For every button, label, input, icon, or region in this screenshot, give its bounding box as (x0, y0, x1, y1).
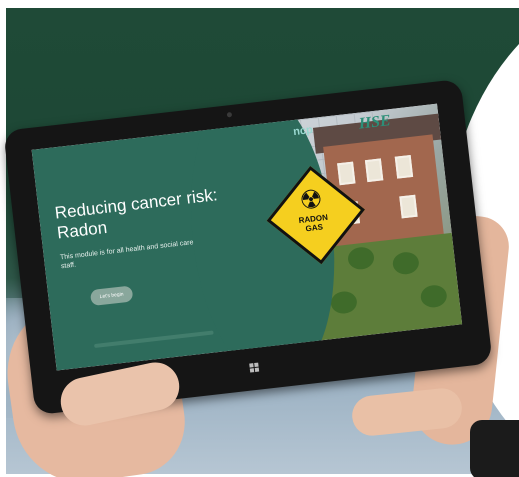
tablet-device: ☢ RADON GAS ncp HSE Reducing cancer risk… (3, 78, 493, 416)
bush (346, 245, 376, 271)
hse-logo: HSE (357, 112, 392, 133)
house-window (399, 194, 418, 219)
dark-sleeve (470, 420, 519, 477)
tablet-screen: ☢ RADON GAS ncp HSE Reducing cancer risk… (31, 103, 463, 371)
house-window (364, 158, 384, 183)
bush (419, 283, 448, 309)
bush (329, 290, 359, 315)
ncp-logo: ncp (292, 123, 314, 139)
house-window (337, 161, 356, 186)
house-window (394, 154, 414, 179)
camera-icon (226, 111, 233, 118)
windows-logo-icon[interactable] (249, 362, 260, 373)
photo-scene: ☢ RADON GAS ncp HSE Reducing cancer risk… (0, 0, 519, 477)
radiation-icon: ☢ (297, 183, 325, 216)
bush (391, 250, 421, 276)
